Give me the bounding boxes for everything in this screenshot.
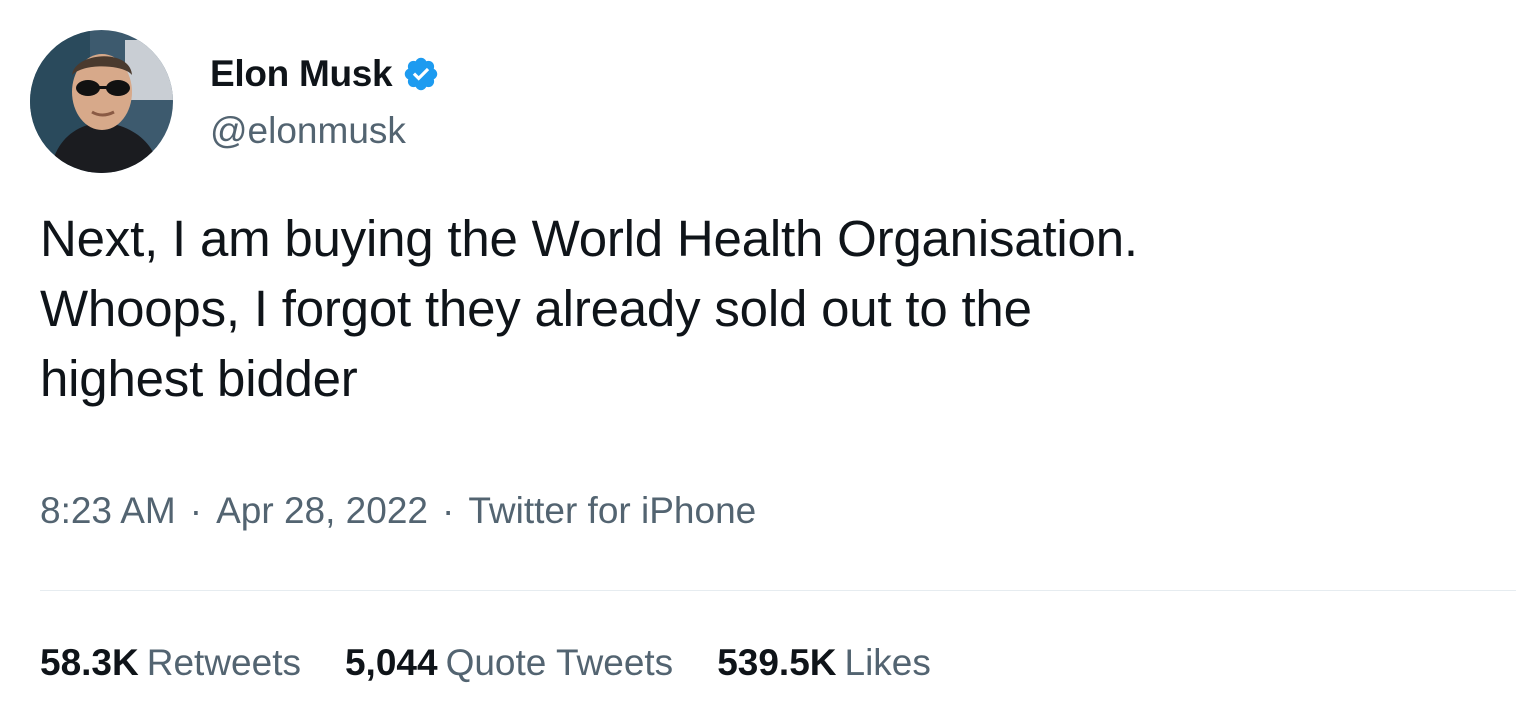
quote-tweets-count: 5,044: [344, 642, 438, 683]
divider: [40, 590, 1516, 591]
tweet-text: Next, I am buying the World Health Organ…: [40, 210, 1138, 407]
verified-badge-icon: [402, 55, 440, 93]
retweets-count: 58.3K: [40, 642, 139, 683]
author-handle[interactable]: @elonmusk: [210, 110, 406, 152]
quote-tweets-stat[interactable]: 5,044 Quote Tweets: [345, 642, 673, 684]
meta-separator: ·: [441, 490, 455, 531]
author-display-name[interactable]: Elon Musk: [210, 53, 393, 95]
tweet-date[interactable]: Apr 28, 2022: [216, 490, 428, 532]
avatar[interactable]: [30, 30, 173, 173]
author-name-row: Elon Musk: [210, 50, 440, 98]
retweets-label: Retweets: [146, 642, 301, 683]
avatar-image: [30, 30, 173, 173]
tweet-time[interactable]: 8:23 AM: [40, 490, 176, 532]
tweet-meta: 8:23 AM · Apr 28, 2022 · Twitter for iPh…: [40, 490, 756, 532]
likes-count: 539.5K: [717, 642, 837, 683]
quote-tweets-label: Quote Tweets: [445, 642, 674, 683]
tweet-stats: 58.3K Retweets 5,044 Quote Tweets 539.5K Li…: [40, 642, 975, 684]
tweet-source[interactable]: Twitter for iPhone: [468, 490, 756, 532]
meta-separator: ·: [189, 490, 203, 531]
likes-label: Likes: [844, 642, 931, 683]
likes-stat[interactable]: 539.5K Likes: [717, 642, 931, 684]
tweet-card: Elon Musk @elonmusk Next, I am buying th…: [0, 0, 1516, 718]
retweets-stat[interactable]: 58.3K Retweets: [40, 642, 301, 684]
